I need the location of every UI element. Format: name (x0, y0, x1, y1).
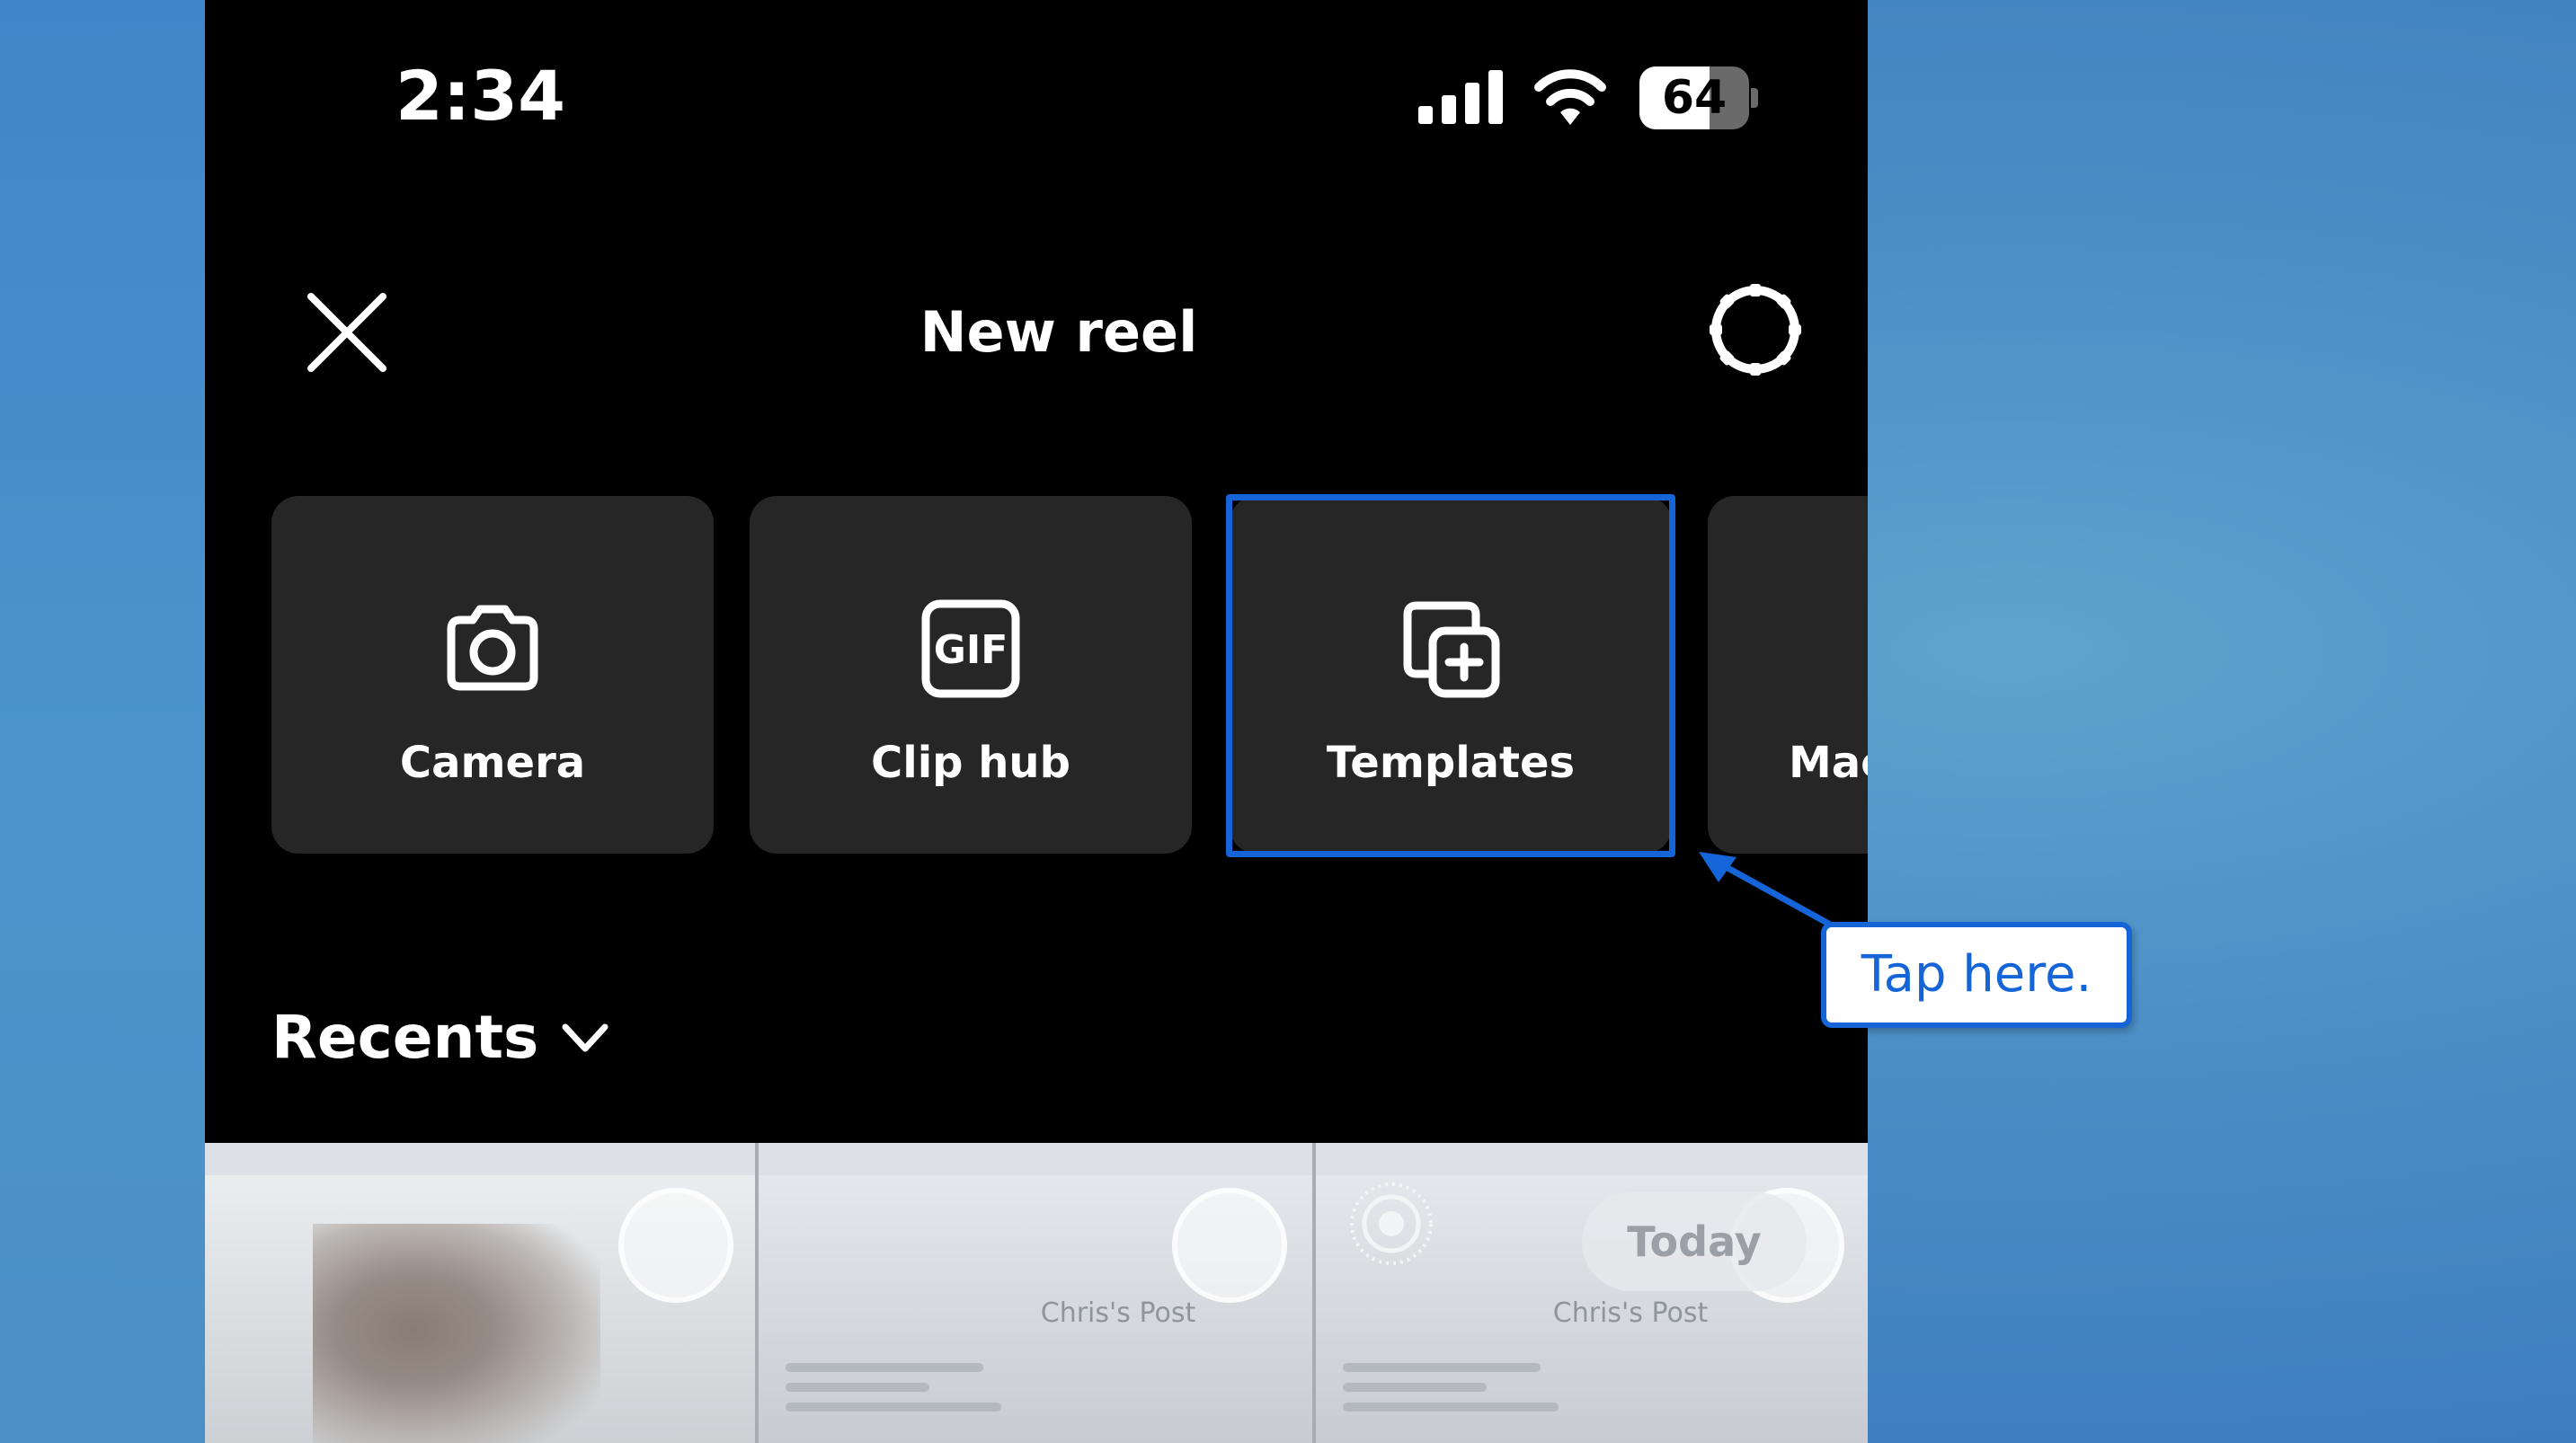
battery-level: 64 (1661, 71, 1728, 125)
phone-screen: 2:34 64 New reel Camera GIF Clip hub Tem… (205, 0, 1868, 1443)
background-left (0, 0, 207, 1443)
templates-icon (1403, 601, 1500, 698)
made-label: Mac (1789, 738, 1868, 788)
gif-icon: GIF (921, 599, 1020, 698)
templates-option[interactable]: Templates (1230, 496, 1672, 854)
settings-button[interactable] (1706, 280, 1805, 379)
today-badge: Today (1582, 1192, 1807, 1291)
wifi-icon (1534, 69, 1606, 125)
page-title: New reel (919, 299, 1198, 365)
thumbnail-header (1316, 1143, 1868, 1175)
recents-label: Recents (271, 1003, 539, 1072)
templates-label: Templates (1326, 738, 1576, 788)
post-title: Chris's Post (1552, 1297, 1709, 1329)
battery-body: 64 (1639, 66, 1749, 129)
blurred-text (1343, 1363, 1577, 1426)
callout-tap-here: Tap here. (1821, 922, 2132, 1028)
camera-label: Camera (399, 738, 586, 788)
live-photo-icon (1350, 1182, 1433, 1265)
chevron-down-icon (562, 1023, 608, 1052)
camera-icon (447, 605, 538, 691)
status-time: 2:34 (395, 56, 566, 136)
camera-option[interactable]: Camera (271, 496, 714, 854)
close-button[interactable] (302, 288, 392, 377)
select-circle[interactable] (1172, 1188, 1287, 1303)
post-title: Chris's Post (1040, 1297, 1196, 1329)
clip-hub-label: Clip hub (871, 738, 1070, 788)
gallery-thumbnail[interactable] (205, 1143, 755, 1443)
battery-cap (1751, 88, 1758, 108)
settings-icon (1710, 284, 1801, 376)
photo-content (313, 1224, 600, 1443)
clip-hub-option[interactable]: GIF Clip hub (750, 496, 1192, 854)
signal-icon (1418, 70, 1503, 124)
thumbnail-header (759, 1143, 1312, 1175)
gallery-thumbnail[interactable]: Chris's Post (759, 1143, 1312, 1443)
blurred-text (786, 1363, 1019, 1426)
gif-icon-text: GIF (934, 627, 1008, 673)
battery-icon: 64 (1639, 66, 1760, 129)
close-icon (307, 293, 386, 372)
select-circle[interactable] (618, 1188, 733, 1303)
recents-gallery: Chris's Post Chris's Post Today (205, 1143, 1868, 1443)
made-option[interactable]: Mac (1708, 496, 1868, 854)
thumbnail-header (205, 1143, 755, 1175)
recents-dropdown[interactable]: Recents (271, 997, 610, 1078)
